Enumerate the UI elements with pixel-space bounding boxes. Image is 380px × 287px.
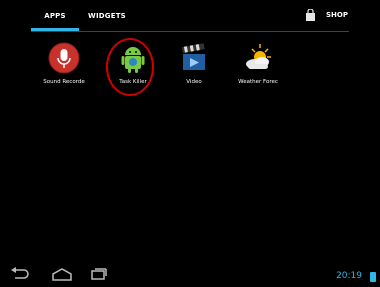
recent-apps-icon[interactable]	[90, 267, 108, 281]
app-grid: Sound Recorde Task Killer Video Weather …	[0, 38, 380, 98]
clock: 20:19	[336, 271, 362, 281]
app-sound-recorder[interactable]: Sound Recorde	[32, 38, 96, 85]
app-weather[interactable]: Weather Forec	[226, 38, 290, 85]
home-icon[interactable]	[52, 267, 72, 281]
tab-divider	[31, 31, 349, 32]
navigation-bar: 20:19	[0, 263, 380, 287]
clapperboard-icon	[181, 43, 205, 70]
microphone-icon	[48, 42, 80, 74]
app-label: Sound Recorde	[43, 79, 85, 85]
shop-button[interactable]: SHOP	[305, 9, 348, 21]
shop-bag-icon	[306, 9, 315, 21]
tab-widgets[interactable]: WIDGETS	[87, 12, 127, 20]
shop-label: SHOP	[326, 11, 348, 19]
top-bar: APPS WIDGETS SHOP	[0, 0, 380, 38]
app-video[interactable]: Video	[162, 38, 226, 85]
back-icon[interactable]	[9, 267, 31, 281]
app-label: Video	[186, 79, 202, 85]
highlight-circle	[106, 38, 154, 96]
weather-icon	[246, 44, 271, 69]
battery-icon	[370, 272, 376, 282]
tab-apps[interactable]: APPS	[31, 12, 79, 20]
app-label: Weather Forec	[238, 79, 278, 85]
